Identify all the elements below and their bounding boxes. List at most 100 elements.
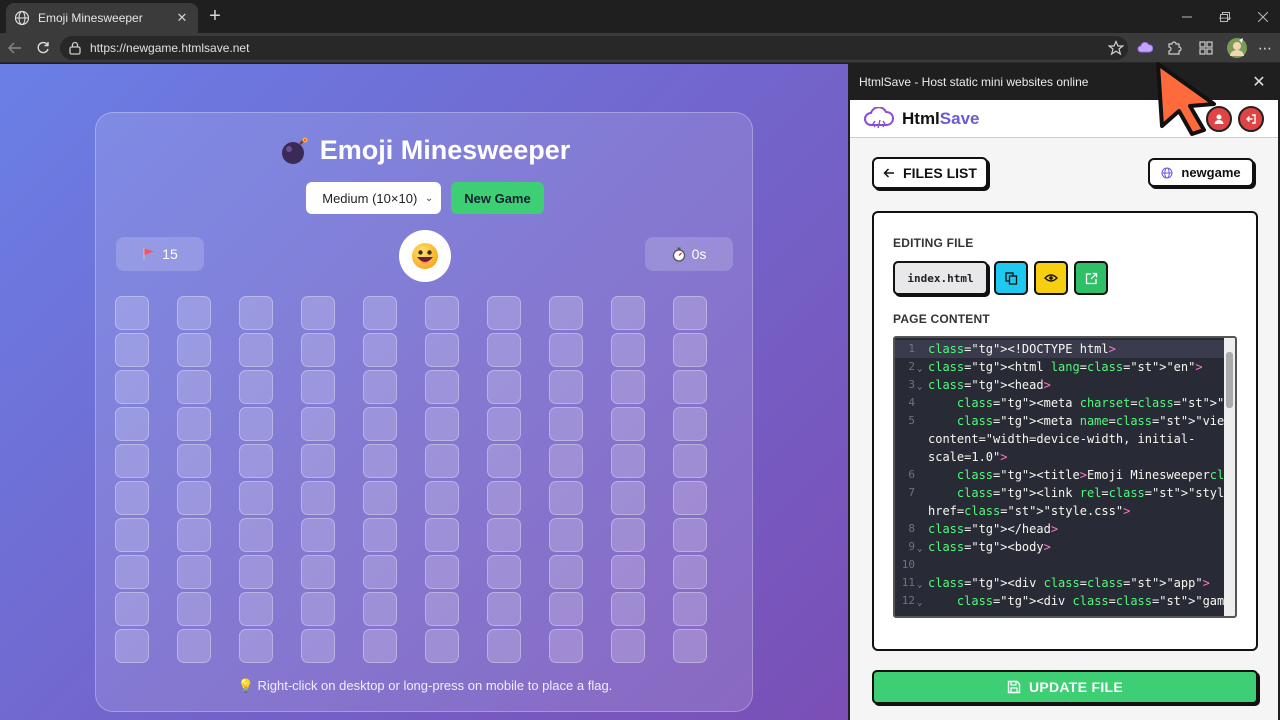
mine-cell[interactable]	[177, 370, 211, 404]
mine-cell[interactable]	[611, 407, 645, 441]
mine-cell[interactable]	[239, 481, 273, 515]
mine-cell[interactable]	[673, 629, 707, 663]
fold-chevron-icon[interactable]: ⌄	[917, 598, 922, 608]
mine-cell[interactable]	[611, 555, 645, 589]
mine-cell[interactable]	[301, 629, 335, 663]
more-icon[interactable]: ⋯	[1256, 39, 1274, 57]
mine-cell[interactable]	[239, 333, 273, 367]
mine-cell[interactable]	[301, 296, 335, 330]
fold-chevron-icon[interactable]: ⌄	[917, 544, 922, 554]
mine-cell[interactable]	[239, 555, 273, 589]
window-close-button[interactable]	[1240, 0, 1280, 33]
mine-cell[interactable]	[177, 629, 211, 663]
mine-cell[interactable]	[425, 555, 459, 589]
new-tab-button[interactable]: +	[204, 6, 226, 28]
code-line[interactable]: 12 ⌄ class="tg"><div class=class="st">"ga…	[895, 592, 1235, 610]
mine-cell[interactable]	[115, 333, 149, 367]
mine-cell[interactable]	[239, 629, 273, 663]
new-game-button[interactable]: New Game	[451, 182, 544, 214]
mine-cell[interactable]	[239, 592, 273, 626]
mine-cell[interactable]	[549, 555, 583, 589]
mine-cell[interactable]	[115, 370, 149, 404]
code-line[interactable]: 6 class="tg"><title>Emoji Minesweepercla…	[895, 466, 1235, 484]
editor-scrollbar[interactable]	[1224, 338, 1235, 616]
mine-cell[interactable]	[487, 296, 521, 330]
mine-cell[interactable]	[673, 518, 707, 552]
mine-cell[interactable]	[549, 370, 583, 404]
fold-chevron-icon[interactable]: ⌄	[917, 580, 922, 590]
mine-cell[interactable]	[673, 592, 707, 626]
mine-cell[interactable]	[363, 481, 397, 515]
mine-cell[interactable]	[115, 518, 149, 552]
mine-cell[interactable]	[301, 481, 335, 515]
mine-cell[interactable]	[487, 444, 521, 478]
mine-cell[interactable]	[177, 444, 211, 478]
mine-cell[interactable]	[301, 407, 335, 441]
mine-cell[interactable]	[611, 518, 645, 552]
mine-cell[interactable]	[611, 629, 645, 663]
mine-cell[interactable]	[487, 333, 521, 367]
mine-cell[interactable]	[301, 370, 335, 404]
file-name-chip[interactable]: index.html	[893, 261, 988, 295]
code-line[interactable]: 4 class="tg"><meta charset=class="st">"U…	[895, 394, 1235, 412]
mine-cell[interactable]	[425, 518, 459, 552]
mine-cell[interactable]	[301, 444, 335, 478]
url-field[interactable]: https://newgame.htmlsave.net	[60, 36, 1128, 60]
code-line[interactable]: 1 class="tg"><!DOCTYPE html>	[895, 340, 1225, 358]
mine-cell[interactable]	[301, 518, 335, 552]
mine-cell[interactable]	[549, 481, 583, 515]
mine-cell[interactable]	[425, 481, 459, 515]
difficulty-select[interactable]: Medium (10×10) ⌄	[306, 182, 442, 214]
mine-cell[interactable]	[425, 629, 459, 663]
code-line[interactable]: 11 ⌄ class="tg"><div class=class="st">"app…	[895, 574, 1225, 592]
mine-cell[interactable]	[115, 481, 149, 515]
mine-cell[interactable]	[549, 629, 583, 663]
code-line[interactable]: 3 ⌄ class="tg"><head>	[895, 376, 1225, 394]
fold-chevron-icon[interactable]: ⌄	[917, 364, 922, 374]
htmlsave-extension-icon[interactable]	[1136, 39, 1154, 57]
mine-cell[interactable]	[673, 555, 707, 589]
mine-cell[interactable]	[363, 407, 397, 441]
mine-cell[interactable]	[239, 370, 273, 404]
mine-cell[interactable]	[549, 296, 583, 330]
site-info-icon[interactable]	[68, 41, 82, 55]
mine-cell[interactable]	[549, 333, 583, 367]
collections-icon[interactable]	[1197, 39, 1215, 57]
mine-cell[interactable]	[115, 407, 149, 441]
mine-cell[interactable]	[115, 444, 149, 478]
mine-cell[interactable]	[177, 407, 211, 441]
profile-avatar[interactable]	[1226, 37, 1248, 59]
mine-cell[interactable]	[115, 629, 149, 663]
logout-button[interactable]	[1238, 106, 1264, 132]
mine-cell[interactable]	[425, 333, 459, 367]
mine-cell[interactable]	[487, 370, 521, 404]
mine-cell[interactable]	[363, 518, 397, 552]
code-line[interactable]: 8 class="tg"></head>	[895, 520, 1225, 538]
mine-cell[interactable]	[177, 481, 211, 515]
browser-tab[interactable]: Emoji Minesweeper ✕	[6, 3, 198, 33]
back-button[interactable]	[4, 37, 26, 59]
mine-cell[interactable]	[177, 296, 211, 330]
code-line[interactable]: 9 ⌄ class="tg"><body>	[895, 538, 1225, 556]
mine-cell[interactable]	[673, 333, 707, 367]
mine-cell[interactable]	[487, 518, 521, 552]
mine-cell[interactable]	[673, 370, 707, 404]
mine-cell[interactable]	[487, 629, 521, 663]
files-list-button[interactable]: FILES LIST	[872, 157, 988, 189]
mine-cell[interactable]	[611, 444, 645, 478]
side-panel-close-icon[interactable]: ✕	[1249, 72, 1269, 92]
mine-cell[interactable]	[611, 296, 645, 330]
preview-button[interactable]	[1034, 261, 1068, 295]
mine-cell[interactable]	[549, 518, 583, 552]
mine-cell[interactable]	[239, 296, 273, 330]
mine-cell[interactable]	[425, 592, 459, 626]
mine-cell[interactable]	[611, 333, 645, 367]
mine-cell[interactable]	[487, 407, 521, 441]
mine-cell[interactable]	[487, 555, 521, 589]
reset-face-button[interactable]	[399, 230, 451, 282]
site-name-button[interactable]: newgame	[1148, 158, 1254, 187]
mine-cell[interactable]	[425, 444, 459, 478]
mine-cell[interactable]	[673, 444, 707, 478]
mine-cell[interactable]	[177, 518, 211, 552]
mine-cell[interactable]	[425, 370, 459, 404]
